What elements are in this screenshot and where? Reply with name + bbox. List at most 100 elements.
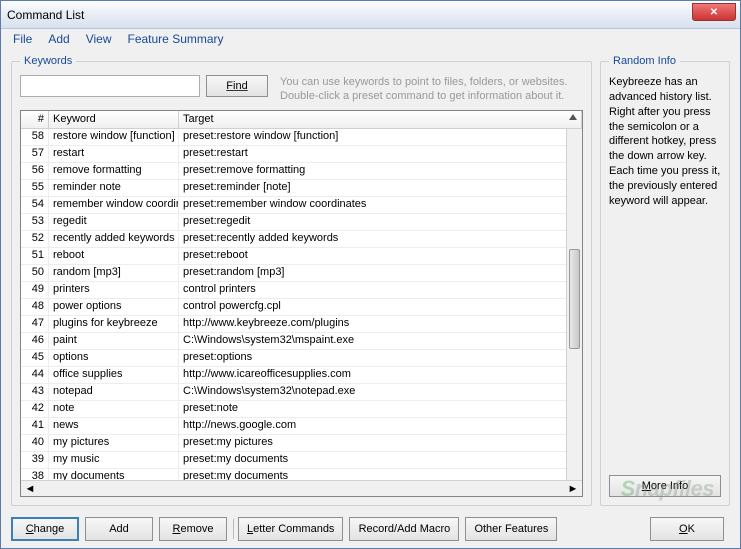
find-button[interactable]: Find: [206, 75, 268, 97]
cell-number: 48: [21, 299, 49, 315]
table-row[interactable]: 46paintC:\Windows\system32\mspaint.exe: [21, 333, 582, 350]
cell-number: 44: [21, 367, 49, 383]
table-row[interactable]: 48power optionscontrol powercfg.cpl: [21, 299, 582, 316]
add-button[interactable]: Add: [85, 517, 153, 541]
table-row[interactable]: 54remember window coordinpreset:remember…: [21, 197, 582, 214]
table-row[interactable]: 41newshttp://news.google.com: [21, 418, 582, 435]
cell-target: C:\Windows\system32\notepad.exe: [179, 384, 582, 400]
scroll-left-icon[interactable]: ◄: [23, 483, 37, 495]
cell-target: C:\Windows\system32\mspaint.exe: [179, 333, 582, 349]
cell-number: 51: [21, 248, 49, 264]
more-info-button[interactable]: More Info: [609, 475, 721, 497]
cell-target: http://www.icareofficesupplies.com: [179, 367, 582, 383]
record-macro-button[interactable]: Record/Add Macro: [349, 517, 459, 541]
cell-target: preset:restore window [function]: [179, 129, 582, 145]
cell-number: 41: [21, 418, 49, 434]
cell-keyword: notepad: [49, 384, 179, 400]
other-features-button[interactable]: Other Features: [465, 517, 557, 541]
letter-commands-button[interactable]: Letter Commands: [238, 517, 343, 541]
cell-number: 40: [21, 435, 49, 451]
cell-keyword: reboot: [49, 248, 179, 264]
cell-target: preset:regedit: [179, 214, 582, 230]
menu-view[interactable]: View: [78, 30, 120, 48]
cell-keyword: my pictures: [49, 435, 179, 451]
table-row[interactable]: 53regeditpreset:regedit: [21, 214, 582, 231]
horizontal-scrollbar[interactable]: ◄ ►: [21, 480, 582, 496]
table-row[interactable]: 40my picturespreset:my pictures: [21, 435, 582, 452]
cell-number: 47: [21, 316, 49, 332]
cell-number: 50: [21, 265, 49, 281]
table-row[interactable]: 50random [mp3]preset:random [mp3]: [21, 265, 582, 282]
cell-keyword: options: [49, 350, 179, 366]
cell-number: 38: [21, 469, 49, 480]
cell-number: 55: [21, 180, 49, 196]
cell-keyword: regedit: [49, 214, 179, 230]
cell-keyword: plugins for keybreeze: [49, 316, 179, 332]
table-row[interactable]: 43notepadC:\Windows\system32\notepad.exe: [21, 384, 582, 401]
cell-keyword: restore window [function]: [49, 129, 179, 145]
table-row[interactable]: 56remove formattingpreset:remove formatt…: [21, 163, 582, 180]
keywords-legend: Keywords: [20, 55, 76, 67]
table-row[interactable]: 51rebootpreset:reboot: [21, 248, 582, 265]
search-input[interactable]: [20, 75, 200, 97]
cell-target: preset:my pictures: [179, 435, 582, 451]
table-row[interactable]: 42notepreset:note: [21, 401, 582, 418]
cell-keyword: recently added keywords: [49, 231, 179, 247]
col-keyword[interactable]: Keyword: [49, 111, 179, 128]
cell-target: control powercfg.cpl: [179, 299, 582, 315]
menubar: File Add View Feature Summary: [1, 29, 740, 49]
cell-number: 56: [21, 163, 49, 179]
random-info-text: Keybreeze has an advanced history list. …: [609, 75, 721, 469]
cell-number: 45: [21, 350, 49, 366]
table-body: 58restore window [function]preset:restor…: [21, 129, 582, 480]
cell-keyword: restart: [49, 146, 179, 162]
table-row[interactable]: 47plugins for keybreezehttp://www.keybre…: [21, 316, 582, 333]
menu-file[interactable]: File: [5, 30, 40, 48]
menu-add[interactable]: Add: [40, 30, 77, 48]
col-target[interactable]: Target: [179, 111, 582, 128]
cell-target: preset:restart: [179, 146, 582, 162]
random-info-group: Random Info Keybreeze has an advanced hi…: [600, 55, 730, 506]
cell-keyword: remove formatting: [49, 163, 179, 179]
close-button[interactable]: ✕: [692, 3, 736, 21]
close-icon: ✕: [710, 7, 718, 18]
window-title: Command List: [7, 8, 84, 22]
cell-target: preset:remember window coordinates: [179, 197, 582, 213]
vertical-scrollbar[interactable]: [566, 129, 582, 480]
cell-keyword: news: [49, 418, 179, 434]
remove-button[interactable]: Remove: [159, 517, 227, 541]
table-row[interactable]: 55reminder notepreset:reminder [note]: [21, 180, 582, 197]
cell-target: http://www.keybreeze.com/plugins: [179, 316, 582, 332]
cell-number: 53: [21, 214, 49, 230]
table-row[interactable]: 49printerscontrol printers: [21, 282, 582, 299]
table-row[interactable]: 44office supplieshttp://www.icareoffices…: [21, 367, 582, 384]
cell-number: 39: [21, 452, 49, 468]
cell-number: 52: [21, 231, 49, 247]
cell-target: control printers: [179, 282, 582, 298]
table-row[interactable]: 39my musicpreset:my documents: [21, 452, 582, 469]
titlebar: Command List ✕: [1, 1, 740, 29]
table-row[interactable]: 57restartpreset:restart: [21, 146, 582, 163]
separator: [233, 519, 234, 539]
cell-number: 54: [21, 197, 49, 213]
cell-target: preset:recently added keywords: [179, 231, 582, 247]
cell-keyword: random [mp3]: [49, 265, 179, 281]
ok-button[interactable]: OK: [650, 517, 724, 541]
change-button[interactable]: Change: [11, 517, 79, 541]
menu-feature-summary[interactable]: Feature Summary: [120, 30, 232, 48]
cell-target: preset:random [mp3]: [179, 265, 582, 281]
keywords-table: # Keyword Target 58restore window [funct…: [20, 110, 583, 497]
cell-keyword: power options: [49, 299, 179, 315]
col-number[interactable]: #: [21, 111, 49, 128]
scroll-right-icon[interactable]: ►: [566, 483, 580, 495]
cell-target: preset:reminder [note]: [179, 180, 582, 196]
cell-number: 49: [21, 282, 49, 298]
cell-keyword: printers: [49, 282, 179, 298]
cell-keyword: my music: [49, 452, 179, 468]
table-row[interactable]: 58restore window [function]preset:restor…: [21, 129, 582, 146]
cell-keyword: office supplies: [49, 367, 179, 383]
table-row[interactable]: 38my documentspreset:my documents: [21, 469, 582, 480]
table-row[interactable]: 52recently added keywordspreset:recently…: [21, 231, 582, 248]
table-row[interactable]: 45optionspreset:options: [21, 350, 582, 367]
scrollbar-thumb[interactable]: [569, 249, 580, 349]
